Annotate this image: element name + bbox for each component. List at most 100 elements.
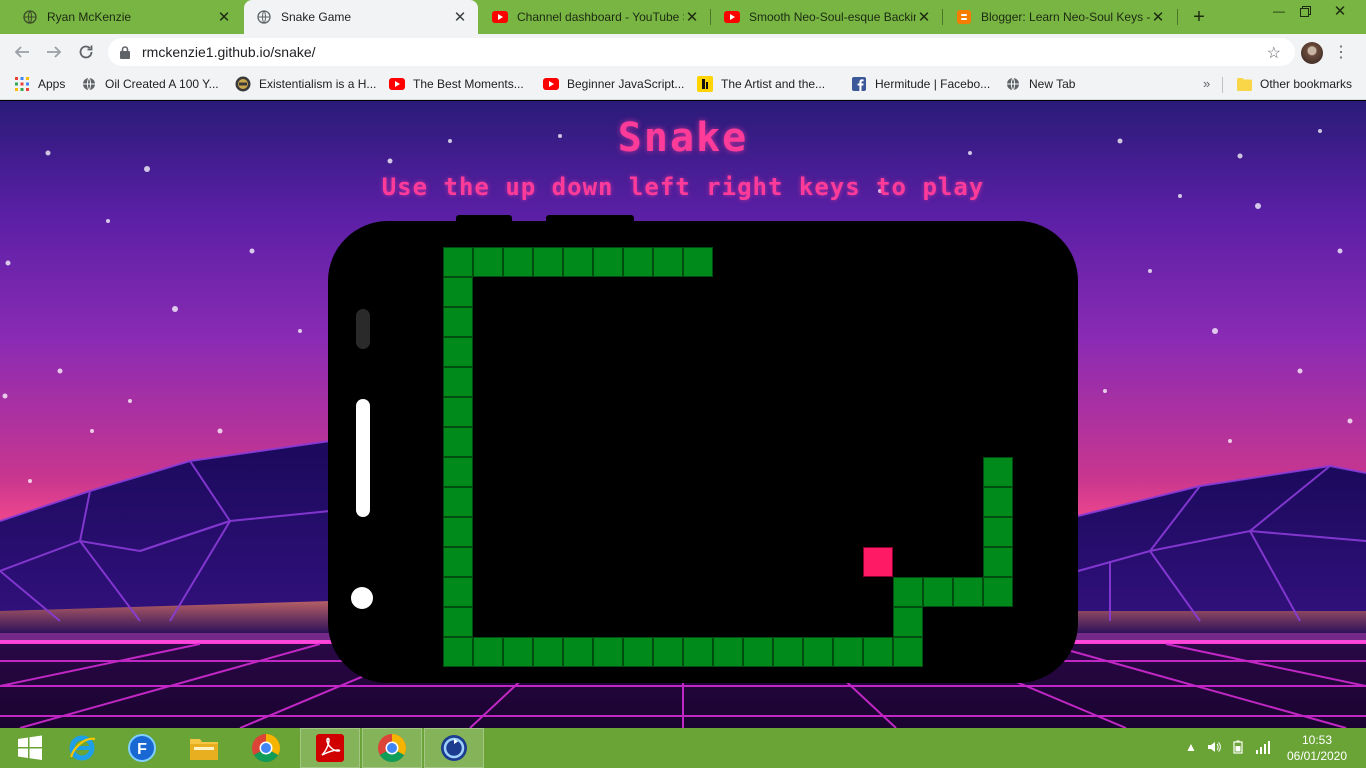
bookmark-existentialism[interactable]: Existentialism is a H... bbox=[235, 76, 376, 92]
bookmark-artist[interactable]: The Artist and the... bbox=[697, 76, 825, 92]
snake-segment bbox=[833, 637, 863, 667]
snake-segment bbox=[893, 607, 923, 637]
snake-segment bbox=[593, 247, 623, 277]
network-signal-icon[interactable] bbox=[1255, 740, 1271, 757]
snake-segment bbox=[443, 367, 473, 397]
tab-snake-game[interactable]: Snake Game ✕ bbox=[244, 0, 478, 34]
close-tab-icon[interactable]: ✕ bbox=[452, 9, 468, 26]
chrome-icon[interactable] bbox=[236, 728, 296, 768]
phone-speaker-slot bbox=[356, 309, 370, 349]
clock-time: 10:53 bbox=[1301, 733, 1333, 747]
bookmark-label: Apps bbox=[38, 77, 66, 91]
phone-home-dot bbox=[351, 587, 373, 609]
bookmark-label: Beginner JavaScript... bbox=[567, 77, 685, 91]
bookmark-new-tab[interactable]: New Tab bbox=[1005, 76, 1075, 92]
snake-segment bbox=[593, 637, 623, 667]
acrobat-icon[interactable] bbox=[300, 728, 360, 768]
address-bar[interactable]: rmckenzie1.github.io/snake/ ☆ bbox=[108, 38, 1295, 66]
blogger-icon bbox=[956, 9, 972, 25]
snake-segment bbox=[683, 637, 713, 667]
snake-segment bbox=[443, 307, 473, 337]
tab-blogger[interactable]: Blogger: Learn Neo-Soul Keys - ✕ bbox=[944, 0, 1176, 34]
snake-segment bbox=[443, 577, 473, 607]
snake-segment bbox=[473, 637, 503, 667]
snake-segment bbox=[443, 397, 473, 427]
youtube-icon bbox=[389, 76, 405, 92]
snake-segment bbox=[473, 247, 503, 277]
snake-segment bbox=[653, 247, 683, 277]
close-tab-icon[interactable]: ✕ bbox=[1150, 9, 1166, 26]
chrome-active-icon[interactable] bbox=[362, 728, 422, 768]
back-icon[interactable] bbox=[10, 40, 34, 64]
system-clock[interactable]: 10:53 06/01/2020 bbox=[1280, 732, 1354, 764]
yellow-logo-icon bbox=[697, 76, 713, 92]
f-app-icon[interactable]: F bbox=[112, 728, 172, 768]
snake-segment bbox=[443, 427, 473, 457]
snake-segment bbox=[743, 637, 773, 667]
snake-segment bbox=[443, 607, 473, 637]
other-bookmarks[interactable]: Other bookmarks bbox=[1236, 76, 1352, 92]
globe-icon bbox=[22, 9, 38, 25]
bookmark-best-moments[interactable]: The Best Moments... bbox=[389, 76, 524, 92]
snake-segment bbox=[983, 457, 1013, 487]
windows-start-icon[interactable] bbox=[0, 728, 60, 768]
tab-ryan-mckenzie[interactable]: Ryan McKenzie ✕ bbox=[10, 0, 242, 34]
bookmark-beginner-javascript[interactable]: Beginner JavaScript... bbox=[543, 76, 684, 92]
snake-segment bbox=[443, 637, 473, 667]
sync-app-icon[interactable] bbox=[424, 728, 484, 768]
close-tab-icon[interactable]: ✕ bbox=[684, 9, 700, 26]
game-title: Snake bbox=[617, 115, 749, 161]
bookmark-label: Existentialism is a H... bbox=[259, 77, 377, 91]
close-tab-icon[interactable]: ✕ bbox=[916, 9, 932, 26]
close-tab-icon[interactable]: ✕ bbox=[216, 9, 232, 26]
bookmark-oil-created[interactable]: Oil Created A 100 Y... bbox=[81, 76, 219, 92]
close-window-icon[interactable]: ✕ bbox=[1322, 0, 1358, 22]
volume-icon[interactable] bbox=[1207, 740, 1221, 757]
tab-title: Snake Game bbox=[281, 10, 352, 24]
phone-top-button bbox=[546, 215, 634, 223]
snake-segment bbox=[983, 577, 1013, 607]
snake-game-page: Snake Use the up down left right keys to… bbox=[0, 101, 1366, 728]
snake-segment bbox=[773, 637, 803, 667]
internet-explorer-icon[interactable] bbox=[52, 728, 112, 768]
windows-taskbar: F ▲ 10:53 06/01/2020 bbox=[0, 728, 1366, 768]
food-pellet bbox=[863, 547, 893, 577]
reload-icon[interactable] bbox=[74, 40, 98, 64]
bookmark-label: The Artist and the... bbox=[721, 77, 826, 91]
url-text[interactable]: rmckenzie1.github.io/snake/ bbox=[142, 44, 316, 60]
apps-grid-icon bbox=[14, 76, 30, 92]
tab-divider bbox=[1177, 9, 1178, 25]
snake-segment bbox=[983, 517, 1013, 547]
file-explorer-icon[interactable] bbox=[174, 728, 234, 768]
svg-text:F: F bbox=[137, 741, 147, 758]
lock-icon[interactable] bbox=[120, 45, 134, 59]
tab-smooth-neo-soul[interactable]: Smooth Neo-Soul-esque Backin ✕ bbox=[712, 0, 942, 34]
snake-segment bbox=[443, 457, 473, 487]
game-board[interactable] bbox=[385, 247, 1013, 667]
snake-segment bbox=[983, 487, 1013, 517]
snake-segment bbox=[803, 637, 833, 667]
snake-segment bbox=[443, 517, 473, 547]
youtube-icon bbox=[492, 9, 508, 25]
snake-segment bbox=[923, 577, 953, 607]
restore-icon[interactable] bbox=[1290, 0, 1320, 22]
chrome-menu-icon[interactable]: ⋮ bbox=[1333, 40, 1349, 64]
snake-segment bbox=[863, 637, 893, 667]
snake-segment bbox=[893, 637, 923, 667]
tab-channel-dashboard[interactable]: Channel dashboard - YouTube S ✕ bbox=[480, 0, 710, 34]
battery-icon[interactable] bbox=[1231, 740, 1245, 757]
more-bookmarks-icon[interactable]: » bbox=[1203, 76, 1210, 91]
snake-segment bbox=[533, 637, 563, 667]
bookmark-apps[interactable]: Apps bbox=[14, 76, 65, 92]
show-hidden-icons[interactable]: ▲ bbox=[1185, 740, 1197, 754]
site-logo-icon bbox=[235, 76, 251, 92]
profile-avatar[interactable] bbox=[1301, 42, 1323, 64]
snake-segment bbox=[443, 487, 473, 517]
bookmark-star-icon[interactable]: ☆ bbox=[1267, 43, 1281, 63]
forward-icon[interactable] bbox=[42, 40, 66, 64]
new-tab-button[interactable]: + bbox=[1188, 6, 1210, 28]
phone-side-bar bbox=[356, 399, 370, 517]
clock-date: 06/01/2020 bbox=[1286, 749, 1348, 763]
snake-segment bbox=[533, 247, 563, 277]
bookmark-hermitude[interactable]: Hermitude | Facebo... bbox=[851, 76, 990, 92]
